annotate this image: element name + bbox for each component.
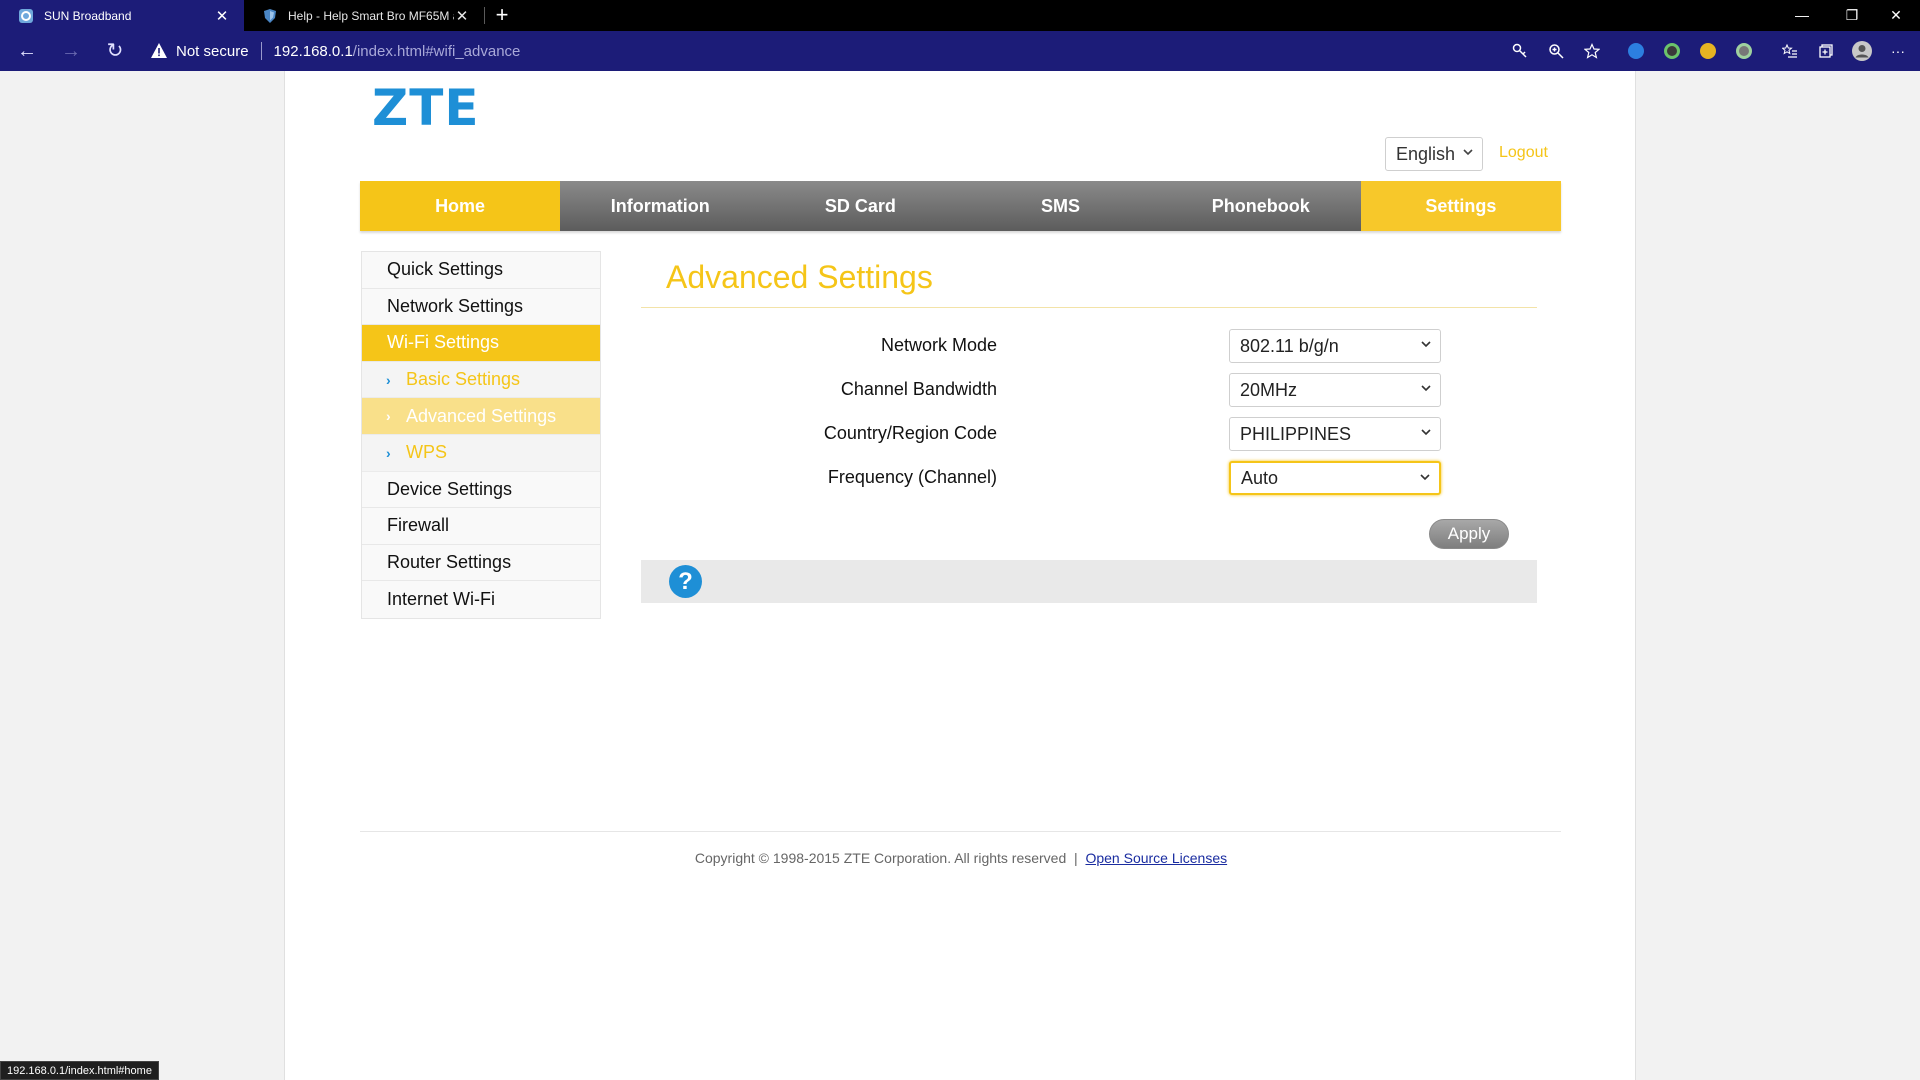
country-region-select[interactable]: PHILIPPINES — [1229, 417, 1441, 451]
channel-bandwidth-row: Channel Bandwidth 20MHz — [641, 373, 1441, 407]
new-tab-button[interactable]: + — [490, 2, 514, 28]
nav-sms[interactable]: SMS — [960, 181, 1161, 231]
network-mode-value: 802.11 b/g/n — [1240, 335, 1339, 356]
close-window-button[interactable]: ✕ — [1874, 0, 1918, 31]
nav-home[interactable]: Home — [360, 181, 561, 231]
warning-icon — [151, 43, 167, 58]
page-title: Advanced Settings — [666, 259, 933, 295]
tab-divider — [484, 7, 485, 24]
sidebar-subitem-label: Advanced Settings — [406, 405, 557, 426]
tab-close-icon[interactable]: ✕ — [454, 7, 470, 25]
sidebar-subitem-basic-settings[interactable]: › Basic Settings — [362, 361, 600, 399]
browser-address-bar: ← → ↻ Not secure 192.168.0.1/index.html#… — [0, 31, 1920, 71]
extension-blue-icon[interactable] — [1624, 39, 1648, 63]
profile-icon[interactable] — [1850, 39, 1874, 63]
title-divider — [641, 307, 1537, 308]
frequency-channel-row: Frequency (Channel) Auto — [641, 461, 1441, 495]
apply-button[interactable]: Apply — [1429, 519, 1509, 549]
channel-bandwidth-value: 20MHz — [1240, 379, 1298, 400]
frequency-channel-select[interactable]: Auto — [1229, 461, 1441, 495]
chevron-right-icon: › — [386, 408, 391, 425]
logout-link[interactable]: Logout — [1499, 144, 1548, 162]
sidebar-item-network-settings[interactable]: Network Settings — [362, 288, 600, 326]
country-region-label: Country/Region Code — [823, 423, 997, 443]
tab-close-icon[interactable]: ✕ — [214, 7, 230, 25]
sidebar-item-router-settings[interactable]: Router Settings — [362, 544, 600, 582]
minimize-button[interactable]: — — [1780, 0, 1824, 31]
settings-sidebar: Quick Settings Network Settings Wi-Fi Se… — [361, 251, 601, 619]
tab-title: Help - Help Smart Bro MF65M a — [288, 8, 454, 23]
nav-settings[interactable]: Settings — [1360, 181, 1561, 231]
country-region-value: PHILIPPINES — [1240, 423, 1352, 444]
zoom-icon[interactable] — [1544, 39, 1568, 63]
open-source-licenses-link[interactable]: Open Source Licenses — [1085, 850, 1227, 866]
security-label[interactable]: Not secure — [176, 43, 249, 60]
help-bar: ? — [641, 560, 1537, 603]
favorite-star-icon[interactable] — [1580, 39, 1604, 63]
tab-sun-broadband[interactable]: SUN Broadband ✕ — [0, 0, 244, 31]
sidebar-item-wifi-settings[interactable]: Wi-Fi Settings — [362, 325, 600, 362]
more-icon[interactable]: ··· — [1886, 39, 1910, 63]
network-mode-select[interactable]: 802.11 b/g/n — [1229, 329, 1441, 363]
web-viewport: ZTE English Logout Home Information SD C… — [0, 71, 1920, 1080]
url-divider — [260, 42, 262, 60]
nav-information[interactable]: Information — [560, 181, 761, 231]
sidebar-item-firewall[interactable]: Firewall — [362, 508, 600, 545]
router-admin-page: ZTE English Logout Home Information SD C… — [284, 71, 1636, 1080]
refresh-button[interactable]: ↻ — [100, 37, 130, 65]
sidebar-item-internet-wifi[interactable]: Internet Wi-Fi — [362, 581, 600, 618]
maximize-button[interactable]: ❐ — [1830, 0, 1874, 31]
forward-button[interactable]: → — [56, 37, 86, 65]
language-select[interactable]: English — [1385, 137, 1483, 171]
tab-help[interactable]: Help - Help Smart Bro MF65M a ✕ — [244, 0, 484, 31]
footer-divider — [360, 831, 1561, 832]
browser-tab-strip: SUN Broadband ✕ Help - Help Smart Bro MF… — [0, 0, 1920, 31]
frequency-channel-label: Frequency (Channel) — [827, 467, 997, 487]
footer-separator: | — [1074, 850, 1078, 866]
sidebar-subitem-label: Basic Settings — [406, 369, 521, 390]
url-path: /index.html#wifi_advance — [352, 42, 521, 60]
country-region-row: Country/Region Code PHILIPPINES — [641, 417, 1441, 451]
frequency-channel-value: Auto — [1241, 467, 1279, 488]
status-url-bar: 192.168.0.1/index.html#home — [0, 1061, 159, 1080]
help-icon[interactable]: ? — [669, 565, 702, 598]
chevron-down-icon — [1419, 471, 1431, 486]
main-nav: Home Information SD Card SMS Phonebook S… — [360, 181, 1561, 231]
url-host: 192.168.0.1 — [273, 42, 353, 60]
chevron-right-icon: › — [386, 371, 391, 388]
channel-bandwidth-label: Channel Bandwidth — [840, 379, 997, 399]
network-mode-label: Network Mode — [880, 335, 997, 355]
language-value: English — [1396, 143, 1456, 164]
shield-favicon-icon — [262, 8, 278, 24]
back-button[interactable]: ← — [12, 37, 42, 65]
chevron-down-icon — [1462, 146, 1474, 161]
footer: Copyright © 1998-2015 ZTE Corporation. A… — [285, 850, 1637, 866]
chevron-down-icon — [1420, 338, 1432, 353]
key-icon[interactable] — [1508, 39, 1532, 63]
page-favicon-icon — [18, 8, 34, 24]
extension-gold-icon[interactable] — [1696, 39, 1720, 63]
tab-title: SUN Broadband — [44, 8, 132, 23]
channel-bandwidth-select[interactable]: 20MHz — [1229, 373, 1441, 407]
url-field[interactable]: Not secure 192.168.0.1/index.html#wifi_a… — [150, 40, 1410, 62]
collections-icon[interactable] — [1814, 39, 1838, 63]
chevron-right-icon: › — [386, 444, 391, 461]
favorites-list-icon[interactable] — [1778, 39, 1802, 63]
sidebar-subitem-wps[interactable]: › WPS — [362, 434, 600, 472]
extension-green-icon[interactable] — [1660, 39, 1684, 63]
nav-phonebook[interactable]: Phonebook — [1160, 181, 1361, 231]
chevron-down-icon — [1420, 426, 1432, 441]
nav-sd-card[interactable]: SD Card — [760, 181, 961, 231]
extension-chat-icon[interactable] — [1732, 39, 1756, 63]
sidebar-subitem-advanced-settings[interactable]: › Advanced Settings — [362, 398, 600, 435]
copyright-text: Copyright © 1998-2015 ZTE Corporation. A… — [694, 850, 1067, 866]
sidebar-subitem-label: WPS — [406, 442, 448, 463]
sidebar-item-device-settings[interactable]: Device Settings — [362, 471, 600, 509]
zte-logo: ZTE — [372, 79, 480, 137]
toolbar-icons: ··· — [1496, 39, 1910, 63]
network-mode-row: Network Mode 802.11 b/g/n — [641, 329, 1441, 363]
chevron-down-icon — [1420, 382, 1432, 397]
sidebar-item-quick-settings[interactable]: Quick Settings — [362, 252, 600, 289]
